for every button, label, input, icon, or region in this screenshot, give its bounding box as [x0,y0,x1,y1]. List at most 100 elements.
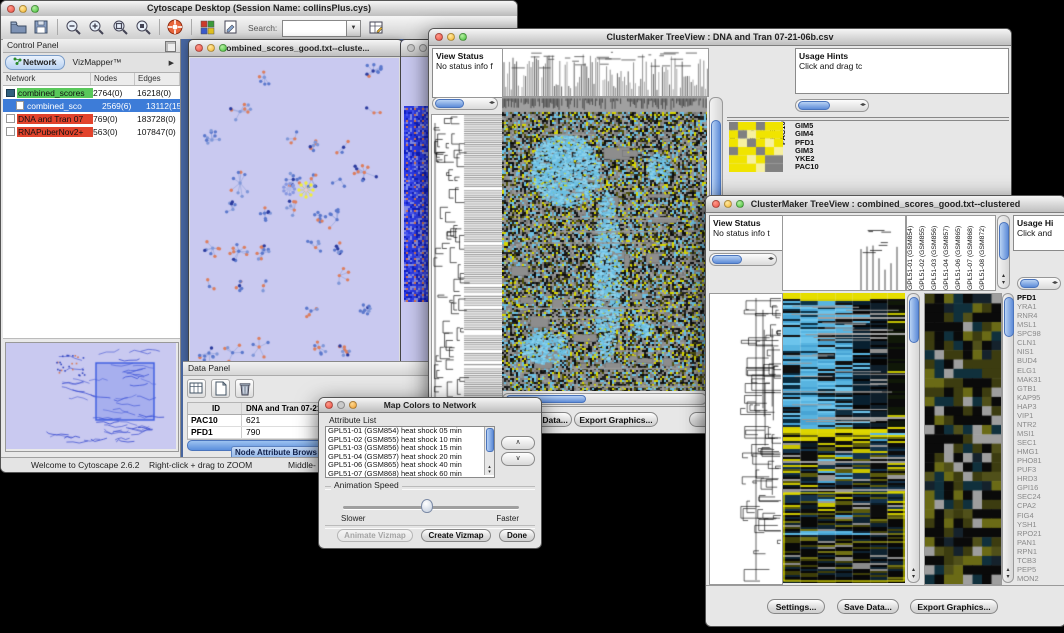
move-up-button[interactable]: ∧ [501,436,535,450]
select-attributes-button[interactable] [187,379,206,398]
heatmap-canvas[interactable] [502,97,707,391]
usage-hints-scrollbar[interactable]: ◂▸ [1017,277,1061,290]
zoom-fit-button[interactable] [111,18,129,36]
zoom-in-button[interactable] [87,18,105,36]
network-table-row[interactable]: DNA and Tran 07 769(0) 183728(0) [3,112,180,125]
minimize-button[interactable] [419,44,427,52]
column-labels-scrollbar[interactable]: ▴▾ [997,215,1010,289]
view-status-scrollbar[interactable]: ◂▸ [432,97,498,110]
export-graphics-button[interactable]: Export Graphics... [910,599,998,614]
close-button[interactable] [325,401,333,409]
treeview1-title-bar[interactable]: ClusterMaker TreeView : DNA and Tran 07-… [429,29,1011,46]
delete-attribute-button[interactable] [235,379,254,398]
zoom-heatmap-canvas[interactable] [924,293,1002,585]
gene-label: RPN1 [1017,547,1063,556]
close-button[interactable] [712,200,720,208]
attribute-browser-icon-button[interactable] [367,18,385,36]
row-dendrogram-canvas[interactable] [709,293,783,585]
save-data-button[interactable]: Save Data... [837,599,899,614]
gene-label: SPC98 [1017,329,1063,338]
minimize-button[interactable] [724,200,732,208]
zoom-selected-button[interactable] [134,18,152,36]
save-session-button[interactable] [32,18,50,36]
open-session-button[interactable] [9,18,27,36]
scroll-arrows-icon[interactable]: ◂▸ [860,100,866,111]
help-button[interactable] [166,18,184,36]
network-window-title-bar[interactable]: combined_scores_good.txt--cluste... [189,40,402,57]
annotation-button[interactable] [221,18,239,36]
scroll-arrows-icon[interactable]: ▴▾ [908,567,919,581]
scroll-arrows-icon[interactable]: ▴▾ [1003,567,1013,581]
zoom-out-button[interactable] [64,18,82,36]
column-dendrogram-canvas[interactable] [502,48,709,97]
heatmap-canvas[interactable] [783,293,905,583]
float-panel-icon[interactable] [165,41,176,52]
attribute-list-item[interactable]: GPL51-07 (GSM868) heat shock 60 min [326,470,494,478]
gene-label: NTR2 [1017,420,1063,429]
move-down-button[interactable]: ∨ [501,452,535,466]
close-button[interactable] [195,44,203,52]
network-table-row[interactable]: combined_sco 2569(6) 13112(15) [3,99,180,112]
view-status-scrollbar[interactable]: ◂▸ [709,253,777,266]
minimize-button[interactable] [447,33,455,41]
tab-overflow-button[interactable]: ▶ [169,59,178,67]
new-attribute-button[interactable] [211,379,230,398]
gene-label: SEC1 [1017,438,1063,447]
settings-button[interactable]: Settings... [767,599,825,614]
scroll-arrows-icon[interactable]: ◂▸ [1052,278,1058,289]
main-title-bar[interactable]: Cytoscape Desktop (Session Name: collins… [1,1,517,17]
scroll-arrows-icon[interactable]: ▴▾ [998,273,1009,287]
global-matrix-canvas[interactable] [729,122,783,172]
minimize-button[interactable] [207,44,215,52]
usage-hints-scrollbar[interactable]: ◂▸ [795,99,869,112]
zoom-button[interactable] [736,200,744,208]
birdseye-view-panel[interactable] [5,342,179,452]
search-dropdown-icon[interactable]: ▼ [346,20,361,37]
scroll-arrows-icon[interactable]: ▴▾ [485,465,494,475]
attribute-list-scrollbar[interactable]: ▴▾ [484,427,494,475]
close-button[interactable] [407,44,415,52]
network-view-window: combined_scores_good.txt--cluste... [188,39,403,363]
column-dendrogram-canvas[interactable] [782,215,906,291]
vizmapper-button[interactable] [198,18,216,36]
export-graphics-button[interactable]: Export Graphics... [574,412,658,427]
zoom-button[interactable] [31,5,39,13]
network-canvas[interactable] [190,58,399,361]
toolbar-separator [191,19,192,35]
gene-label: PFD1 [1017,293,1063,302]
control-panel: Control Panel Network VizMapper™ ▶ Netwo… [3,39,181,457]
dialog-title-bar[interactable]: Map Colors to Network [319,398,541,413]
row-dendrogram-canvas[interactable] [431,114,503,410]
network-edges-count: 13112(15) [146,101,180,111]
treeview2-title-bar[interactable]: ClusterMaker TreeView : combined_scores_… [706,196,1064,213]
network-icon [6,114,15,123]
minimize-button[interactable] [337,401,345,409]
tab-network[interactable]: Network [5,55,65,70]
network-table-row[interactable]: RNAPuberNov2+ 563(0) 107847(0) [3,125,180,138]
gene-label: PHO81 [1017,456,1063,465]
network-nodes-count: 2764(0) [93,88,137,98]
animation-speed-slider-thumb[interactable] [421,499,433,513]
gene-label-list: PFD1YRA1RNR4MSL1SPC98CLN1NIS1BUD4ELG1MAK… [1017,293,1063,583]
tab-vizmapper[interactable]: VizMapper™ [66,56,129,69]
heatmap-vscrollbar[interactable]: ▴▾ [907,293,920,583]
done-button[interactable]: Done [499,529,535,542]
network-table-row[interactable]: combined_scores 2764(0) 16218(0) [3,86,180,99]
minimize-button[interactable] [19,5,27,13]
attribute-list[interactable]: GPL51-01 (GSM854) heat shock 05 minGPL51… [325,426,495,478]
gene-label: FIG4 [1017,511,1063,520]
close-button[interactable] [7,5,15,13]
scroll-arrows-icon[interactable]: ◂▸ [489,98,495,109]
search-label: Search: [248,23,277,33]
zoom-button[interactable] [459,33,467,41]
network-table-header: Network Nodes Edges [3,73,180,86]
scroll-arrows-icon[interactable]: ◂▸ [768,254,774,265]
create-vizmap-button[interactable]: Create Vizmap [421,529,491,542]
search-input[interactable] [282,20,350,37]
birdseye-canvas[interactable] [6,343,176,449]
close-button[interactable] [435,33,443,41]
zoom-button[interactable] [219,44,227,52]
zoom-button[interactable] [349,401,357,409]
animate-vizmap-button[interactable]: Animate Vizmap [337,529,413,542]
zoom-vscrollbar[interactable]: ▴▾ [1002,293,1014,583]
